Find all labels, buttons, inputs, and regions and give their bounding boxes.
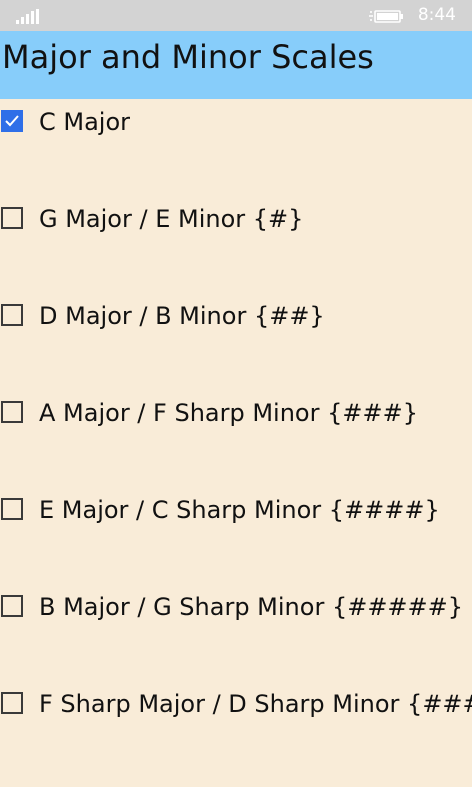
list-item[interactable]: C Major (0, 99, 472, 159)
battery-charging-icon (369, 10, 403, 23)
list-item-label: C Major (39, 108, 131, 136)
scale-list: C Major G Major / E Minor {#} D Major / … (0, 99, 472, 787)
clock: 8:44 (417, 5, 456, 25)
checkbox[interactable] (1, 401, 23, 423)
checkbox-checked[interactable] (1, 110, 23, 132)
status-bar: 8:44 (0, 0, 472, 31)
signal-strength-icon (16, 9, 39, 24)
list-item[interactable]: G Major / E Minor {#} (0, 196, 472, 256)
list-item[interactable]: B Major / G Sharp Minor {#####} (0, 584, 472, 644)
list-item-label: F Sharp Major / D Sharp Minor {######} (39, 690, 472, 718)
list-item[interactable]: D Major / B Minor {##} (0, 293, 472, 353)
list-item-label: E Major / C Sharp Minor {####} (39, 496, 440, 524)
list-item-label: G Major / E Minor {#} (39, 205, 304, 233)
checkbox[interactable] (1, 304, 23, 326)
list-item[interactable]: A Major / F Sharp Minor {###} (0, 390, 472, 450)
list-item-label: B Major / G Sharp Minor {#####} (39, 593, 464, 621)
checkbox[interactable] (1, 498, 23, 520)
list-item-label: A Major / F Sharp Minor {###} (39, 399, 418, 427)
checkmark-icon (5, 115, 19, 127)
list-item[interactable]: E Major / C Sharp Minor {####} (0, 487, 472, 547)
title-bar: Major and Minor Scales (0, 31, 472, 99)
page-title: Major and Minor Scales (2, 38, 374, 76)
checkbox[interactable] (1, 207, 23, 229)
checkbox[interactable] (1, 692, 23, 714)
list-item[interactable]: F Sharp Major / D Sharp Minor {######} (0, 681, 472, 741)
checkbox[interactable] (1, 595, 23, 617)
list-item-label: D Major / B Minor {##} (39, 302, 325, 330)
